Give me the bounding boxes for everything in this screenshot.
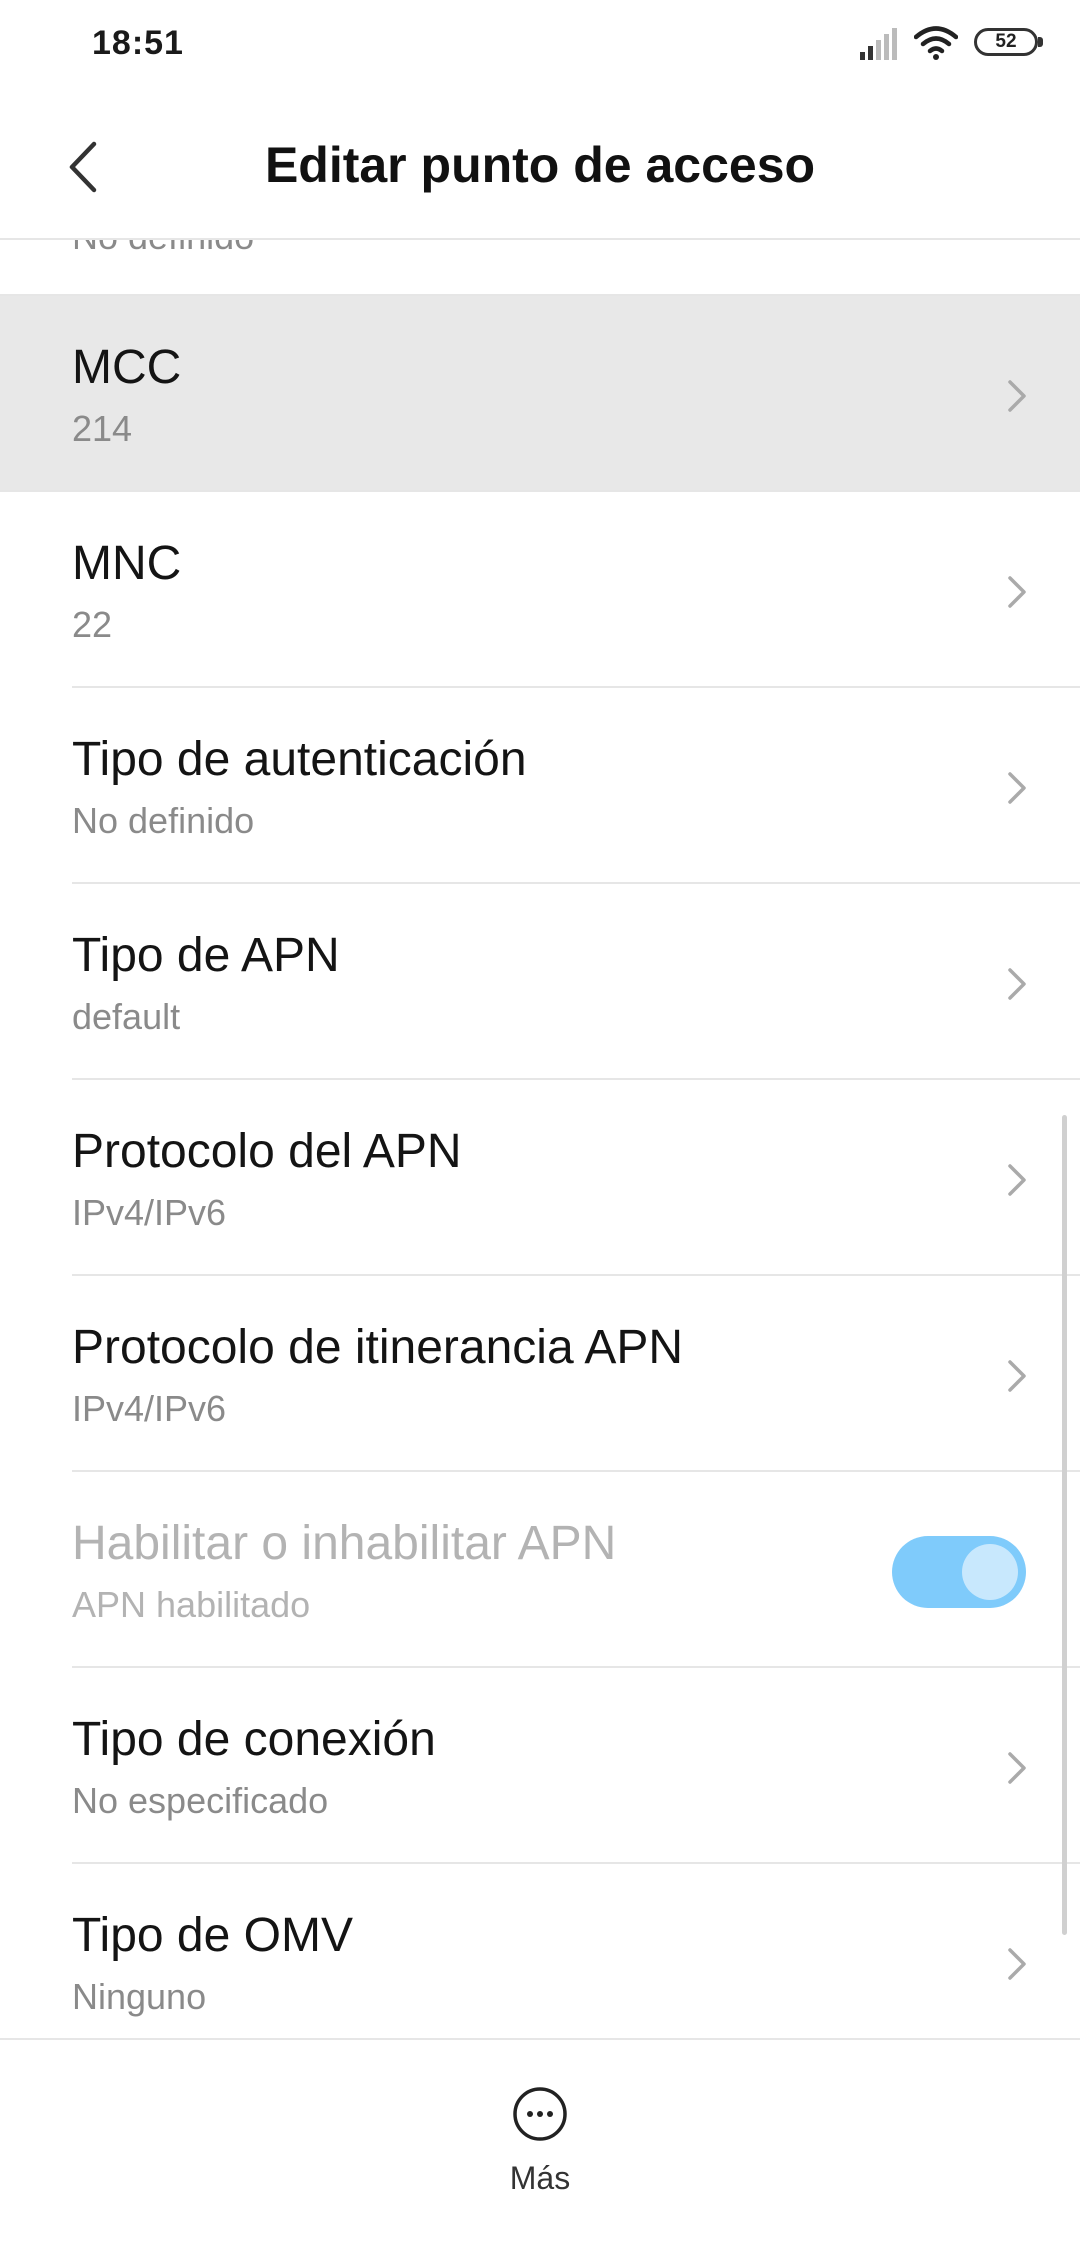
- list-item-title: Protocolo del APN: [72, 1125, 462, 1178]
- list-item-roaming-protocol[interactable]: Protocolo de itinerancia APN IPv4/IPv6: [0, 1276, 1080, 1472]
- list-item-mnc[interactable]: MNC 22: [0, 492, 1080, 688]
- list-item-value: No especificado: [72, 1780, 329, 1821]
- list-item-title: Tipo de OMV: [72, 1909, 353, 1962]
- list-item-title: Tipo de autenticación: [72, 733, 527, 786]
- list-item-mvno-type[interactable]: Tipo de OMV Ninguno: [0, 1864, 1080, 2038]
- more-button[interactable]: Más: [490, 2086, 590, 2216]
- list-item-value: IPv4/IPv6: [72, 1388, 227, 1429]
- battery-level: 52: [995, 31, 1017, 52]
- battery-icon: 52: [974, 28, 1044, 58]
- chevron-right-icon: [1008, 576, 1026, 608]
- list-item-connection-type[interactable]: Tipo de conexión No especificado: [0, 1668, 1080, 1864]
- list-item-auth-type[interactable]: Tipo de autenticación No definido: [0, 688, 1080, 884]
- list-item-value: 22: [72, 604, 113, 645]
- status-bar: 18:51 52: [0, 0, 1080, 92]
- chevron-right-icon: [1008, 380, 1026, 412]
- list-item-apn-type[interactable]: Tipo de APN default: [0, 884, 1080, 1080]
- list-item-value: IPv4/IPv6: [72, 1192, 227, 1233]
- list-item-title: Tipo de APN: [72, 929, 340, 982]
- list-item-value: default: [72, 996, 181, 1037]
- chevron-right-icon: [1008, 968, 1026, 1000]
- more-options-icon: [513, 2087, 567, 2141]
- list-item-mcc[interactable]: MCC 214: [0, 296, 1080, 492]
- scrollbar[interactable]: [1062, 1115, 1067, 1935]
- list-item-value: Ninguno: [72, 1976, 207, 2017]
- apn-enable-toggle[interactable]: [892, 1536, 1026, 1608]
- chevron-right-icon: [1008, 772, 1026, 804]
- list-item-value: APN habilitado: [72, 1584, 311, 1625]
- more-label: Más: [509, 2160, 571, 2196]
- list-item-title: Habilitar o inhabilitar APN: [72, 1517, 617, 1570]
- list-item-title: Tipo de conexión: [72, 1713, 436, 1766]
- app-header: Editar punto de acceso: [0, 92, 1080, 240]
- list-item-partial[interactable]: No definido: [0, 238, 1080, 296]
- list-item-title: MNC: [72, 537, 182, 590]
- toggle-knob: [962, 1544, 1018, 1600]
- chevron-right-icon: [1008, 1752, 1026, 1784]
- page-title: Editar punto de acceso: [264, 137, 816, 193]
- chevron-right-icon: [1008, 1164, 1026, 1196]
- wifi-icon: [914, 26, 958, 60]
- list-item-value: 214: [72, 408, 133, 449]
- list-item-apn-protocol[interactable]: Protocolo del APN IPv4/IPv6: [0, 1080, 1080, 1276]
- chevron-right-icon: [1008, 1360, 1026, 1392]
- list-item-title: Protocolo de itinerancia APN: [72, 1321, 684, 1374]
- list-item-value: No definido: [72, 238, 254, 258]
- list-item-title: MCC: [72, 341, 182, 394]
- status-time: 18:51: [92, 24, 184, 62]
- settings-list[interactable]: No definido MCC 214 MNC 22 Tipo de auten…: [0, 238, 1080, 2038]
- chevron-right-icon: [1008, 1948, 1026, 1980]
- bottom-bar: Más: [0, 2038, 1080, 2246]
- list-item-apn-enable: Habilitar o inhabilitar APN APN habilita…: [0, 1472, 1080, 1668]
- signal-icon: [860, 28, 897, 60]
- list-item-value: No definido: [72, 800, 255, 841]
